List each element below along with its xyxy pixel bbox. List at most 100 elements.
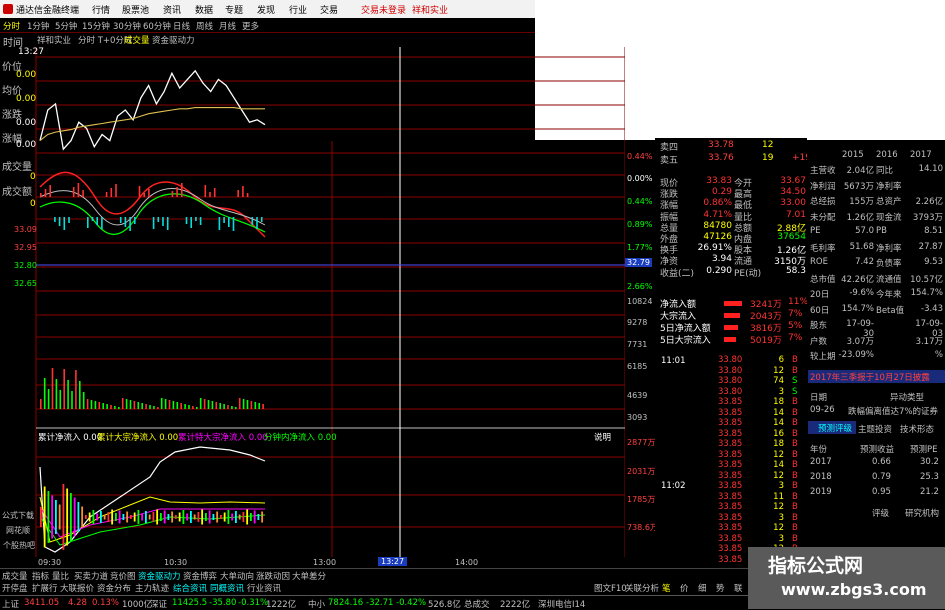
tab-info[interactable]: 综合资讯: [173, 582, 207, 594]
tab-info[interactable]: 同概资讯: [210, 582, 244, 594]
index-change: -35.80: [209, 598, 237, 608]
flow-bar: [103, 514, 106, 520]
volume-tick: 10824: [627, 297, 653, 306]
quote-value: 0.29: [711, 187, 732, 198]
period-tab[interactable]: 周线: [196, 20, 213, 32]
menu-item[interactable]: 行情: [92, 3, 110, 16]
menu-item[interactable]: 资讯: [163, 3, 181, 16]
time-value: 13:27: [18, 47, 44, 57]
notice-bar[interactable]: 2017年三季报于10月27日披露: [808, 370, 945, 383]
server-name[interactable]: 深圳电信I14: [538, 598, 585, 610]
macd-bar: [181, 183, 183, 197]
volume-bar: [238, 398, 241, 409]
tab-theme[interactable]: 主题投资: [858, 423, 892, 435]
fund-label: 60日: [810, 305, 830, 316]
chart-tag-volume[interactable]: 成交量: [124, 34, 150, 46]
fund-value: 2.26亿: [915, 197, 943, 207]
index-name[interactable]: 上证: [2, 598, 19, 610]
period-tab[interactable]: 更多: [242, 20, 259, 32]
tab-technical[interactable]: 技术形态: [900, 423, 934, 435]
tab-price[interactable]: 价: [680, 582, 689, 594]
tab-detail[interactable]: 细: [698, 582, 707, 594]
amount-value: 0: [30, 199, 36, 209]
tonghuashun-link[interactable]: 网花顺: [6, 525, 30, 536]
period-tab[interactable]: 5分钟: [55, 20, 77, 32]
period-tab[interactable]: 30分钟: [113, 20, 141, 32]
fund-label: 主营收: [810, 166, 836, 176]
macd-bar: [96, 217, 98, 225]
stock-forum-link[interactable]: 个股热吧: [3, 540, 35, 551]
menu-item[interactable]: 发现: [257, 3, 275, 16]
menu-item[interactable]: 专题: [225, 3, 243, 16]
explain-button[interactable]: 说明: [594, 431, 611, 443]
volume-label: 成交量: [2, 162, 32, 173]
tab-info[interactable]: 主力轨迹: [135, 582, 169, 594]
menu-item[interactable]: 交易: [320, 3, 338, 16]
flow-bar: [253, 510, 256, 524]
tab-f10[interactable]: 图文F10: [594, 582, 627, 594]
event-date-header: 日期: [810, 393, 828, 403]
index-name[interactable]: 深证: [150, 598, 167, 610]
macd-bar: [256, 217, 258, 229]
chart-tag-driver[interactable]: 资金驱动力: [152, 34, 195, 46]
formula-download-link[interactable]: 公式下载: [2, 510, 34, 521]
period-tab[interactable]: 日线: [173, 20, 190, 32]
macd-bar: [63, 217, 66, 230]
tab-info[interactable]: 大联报价: [60, 582, 94, 594]
total-volume-value: 2222亿: [500, 600, 531, 610]
quote-label: 收益(二): [660, 268, 695, 279]
rating-label: 评级: [872, 509, 890, 519]
tick-side: B: [792, 470, 798, 481]
index-change: 4.28: [68, 598, 87, 608]
macd-bar: [72, 187, 75, 197]
volume-bar: [172, 401, 175, 409]
avg-value: 0.00: [16, 94, 37, 104]
intraday-chart[interactable]: [0, 47, 625, 557]
tick-side: B: [792, 407, 798, 418]
period-tab[interactable]: 1分钟: [27, 20, 49, 32]
period-tab[interactable]: 月线: [219, 20, 236, 32]
sell-level-row: 卖五 33.76 19 +19: [658, 153, 811, 166]
menu-item[interactable]: 股票池: [122, 3, 149, 16]
menu-item[interactable]: 数据: [195, 3, 213, 16]
login-status[interactable]: 交易未登录: [361, 3, 406, 16]
fund-value: 7.42: [855, 257, 874, 267]
tab-related[interactable]: 关联分析: [625, 582, 659, 594]
tab-trades[interactable]: 笔: [662, 582, 671, 594]
tick-side: S: [792, 376, 798, 386]
period-tab[interactable]: 60分钟: [143, 20, 171, 32]
macd-bar: [195, 217, 197, 221]
tick-side: B: [792, 449, 798, 460]
flow-bar: [216, 511, 219, 523]
index-value: 7824.16: [328, 598, 364, 608]
flow-min-label: 分钟内净流入 0.00: [264, 433, 337, 443]
tab-forecast[interactable]: 预测评级: [808, 421, 856, 434]
period-tab[interactable]: 分时: [3, 20, 20, 32]
flow-tick: 1785万: [627, 495, 656, 504]
volume-bar: [133, 401, 136, 409]
tab-link[interactable]: 联: [734, 582, 743, 594]
event-date: 09-26: [810, 405, 835, 415]
flow-tick: 2031万: [627, 467, 656, 476]
tab-info[interactable]: 扩展行: [32, 582, 58, 594]
index-name[interactable]: 中小: [308, 598, 325, 610]
volume-bar: [59, 390, 62, 409]
period-tab[interactable]: 15分钟: [82, 20, 110, 32]
fund-value: -23.09%: [838, 350, 874, 360]
forecast-year-header: 年份: [810, 445, 828, 455]
volume-bar: [145, 404, 147, 409]
tab-info[interactable]: 资金分布: [97, 582, 131, 594]
flow-bar: [92, 510, 95, 524]
flow-bar: [156, 509, 159, 525]
amount-label: 成交额: [2, 187, 32, 198]
tab-info[interactable]: 行业资讯: [247, 582, 281, 594]
tab-trend[interactable]: 势: [716, 582, 725, 594]
macd-bars: [40, 183, 263, 231]
tab-info[interactable]: 开停盘: [2, 582, 28, 594]
volume-bar: [176, 402, 179, 409]
volume-bar: [211, 401, 214, 409]
macd-bar: [228, 217, 230, 227]
flow-bar: [223, 512, 226, 522]
menu-item[interactable]: 行业: [289, 3, 307, 16]
macd-bar: [199, 217, 202, 225]
